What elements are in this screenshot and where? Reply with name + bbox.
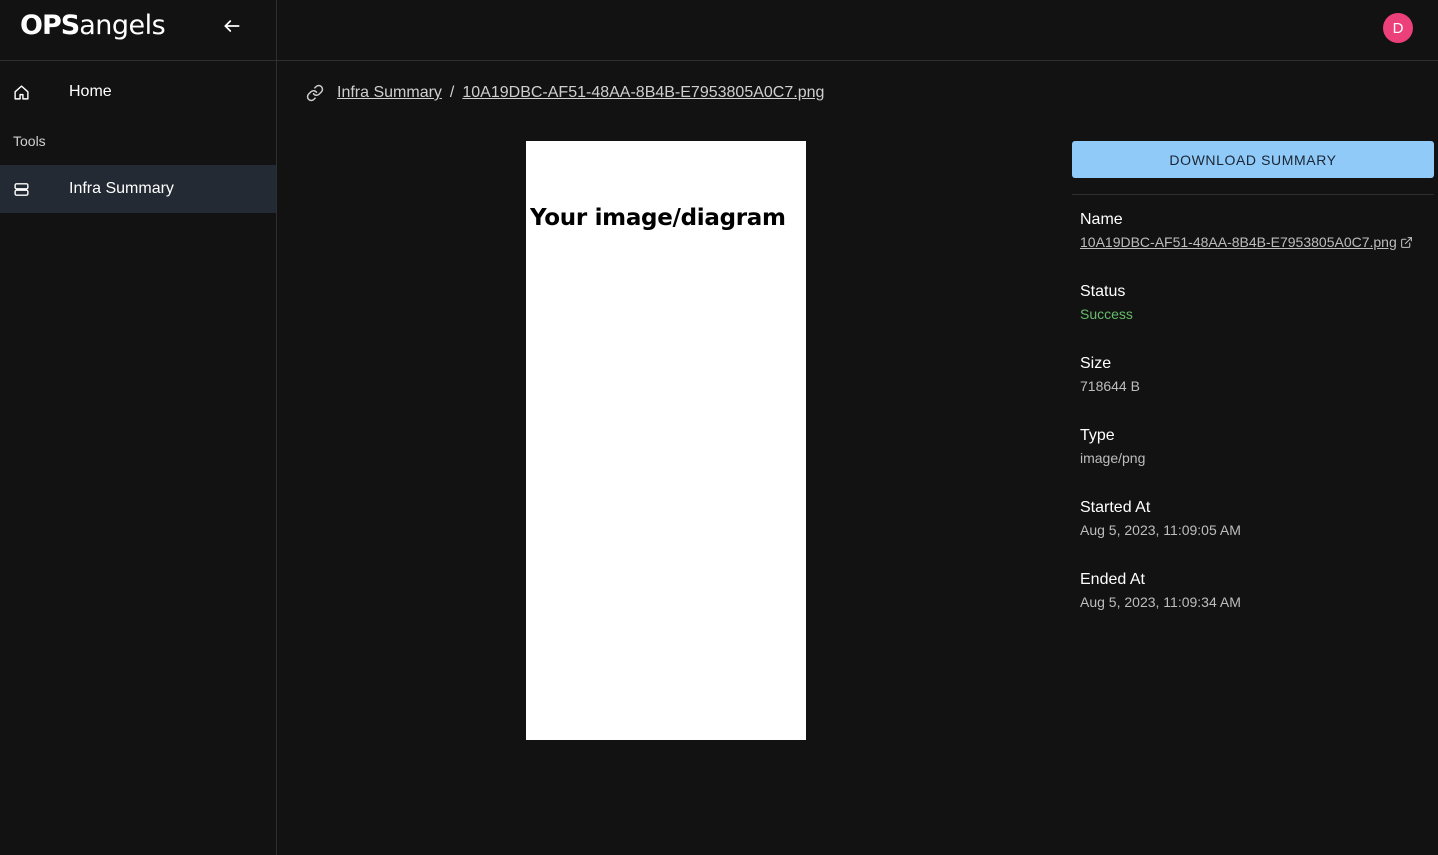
- ended-at-value: Aug 5, 2023, 11:09:34 AM: [1080, 594, 1241, 610]
- size-value: 718644 B: [1080, 378, 1140, 394]
- divider: [1072, 194, 1434, 195]
- brand-logo[interactable]: OPSangels: [20, 10, 166, 41]
- field-name: Name 10A19DBC-AF51-48AA-8B4B-E7953805A0C…: [1080, 210, 1413, 251]
- image-preview: Your image/diagram: [526, 141, 806, 740]
- field-label: Type: [1080, 427, 1115, 444]
- status-value: Success: [1080, 306, 1133, 322]
- breadcrumb-parent-link[interactable]: Infra Summary: [337, 84, 442, 102]
- field-label: Started At: [1080, 499, 1151, 516]
- home-icon: [12, 83, 30, 101]
- server-icon: [12, 180, 30, 198]
- field-label: Status: [1080, 283, 1126, 300]
- field-label: Size: [1080, 355, 1112, 372]
- arrow-left-icon: [222, 16, 242, 41]
- external-link-icon: [1400, 236, 1413, 249]
- section-label-tools: Tools: [13, 133, 46, 149]
- field-type: Type image/png: [1080, 426, 1145, 467]
- type-value: image/png: [1080, 450, 1146, 466]
- download-summary-button[interactable]: DOWNLOAD SUMMARY: [1072, 141, 1434, 178]
- collapse-sidebar-button[interactable]: [218, 14, 246, 42]
- file-name-link[interactable]: 10A19DBC-AF51-48AA-8B4B-E7953805A0C7.png: [1080, 233, 1413, 251]
- started-at-value: Aug 5, 2023, 11:09:05 AM: [1080, 522, 1241, 538]
- field-started-at: Started At Aug 5, 2023, 11:09:05 AM: [1080, 498, 1241, 539]
- sidebar: OPSangels Home Tools Infra Summary: [0, 0, 277, 855]
- breadcrumb: Infra Summary / 10A19DBC-AF51-48AA-8B4B-…: [306, 82, 824, 104]
- field-label: Name: [1080, 211, 1123, 228]
- sidebar-item-home[interactable]: Home: [0, 68, 276, 116]
- file-name-value: 10A19DBC-AF51-48AA-8B4B-E7953805A0C7.png: [1080, 234, 1397, 250]
- preview-text: Your image/diagram: [530, 205, 786, 231]
- field-size: Size 718644 B: [1080, 354, 1140, 395]
- sidebar-header: OPSangels: [0, 0, 276, 61]
- app-root: OPSangels Home Tools Infra Summary D Inf…: [0, 0, 1438, 855]
- sidebar-item-label: Infra Summary: [69, 180, 174, 197]
- breadcrumb-separator: /: [449, 84, 455, 101]
- logo-ops: OPS: [20, 10, 80, 41]
- top-bar: D: [277, 0, 1438, 61]
- sidebar-item-label: Home: [69, 83, 112, 100]
- field-label: Ended At: [1080, 571, 1145, 588]
- field-ended-at: Ended At Aug 5, 2023, 11:09:34 AM: [1080, 570, 1241, 611]
- sidebar-item-infra-summary[interactable]: Infra Summary: [0, 165, 276, 213]
- logo-rest: angels: [79, 10, 166, 41]
- breadcrumb-current-link[interactable]: 10A19DBC-AF51-48AA-8B4B-E7953805A0C7.png: [462, 84, 824, 102]
- field-status: Status Success: [1080, 282, 1133, 323]
- avatar[interactable]: D: [1383, 13, 1413, 43]
- link-icon: [306, 84, 324, 102]
